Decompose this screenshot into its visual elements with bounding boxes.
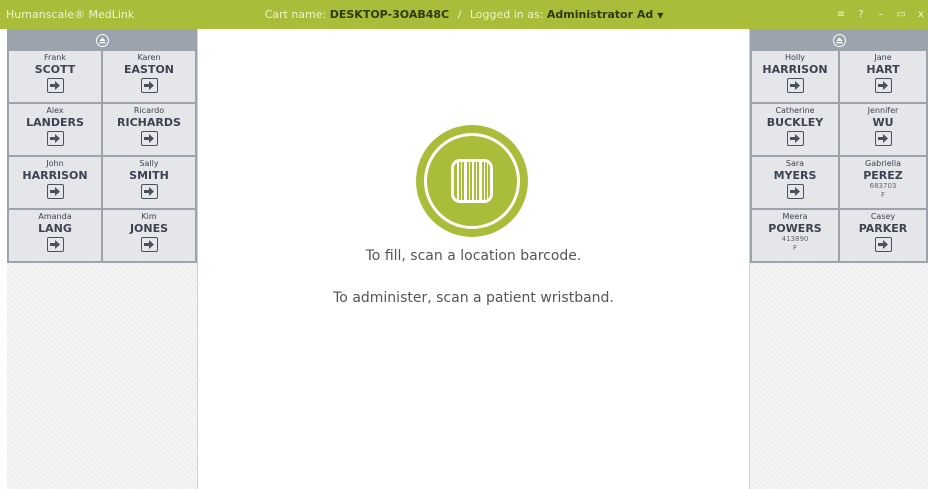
enter-arrow-icon[interactable] (140, 184, 158, 199)
patient-card[interactable]: Jane HART (840, 51, 926, 102)
patient-first-name: Casey (870, 212, 896, 221)
patient-first-name: Sally (139, 159, 159, 168)
help-icon[interactable]: ? (856, 9, 866, 20)
separator: / (457, 8, 462, 21)
enter-arrow-icon[interactable] (140, 237, 158, 252)
window-controls: ≡ ? – ▭ x (836, 0, 928, 29)
cart-label: Cart name: (264, 8, 327, 21)
left-drawer-header (7, 29, 197, 51)
patient-first-name: Amanda (38, 212, 72, 221)
patient-last-name: HARRISON (22, 169, 88, 182)
menu-icon[interactable]: ≡ (836, 9, 846, 20)
restore-icon[interactable]: ▭ (896, 9, 906, 20)
patient-sex: F (792, 244, 798, 252)
patient-card[interactable]: Alex LANDERS (9, 104, 101, 155)
patient-first-name: Gabriella (865, 159, 901, 168)
patient-first-name: John (46, 159, 64, 168)
patient-card[interactable]: Sara MYERS (752, 157, 838, 208)
patient-first-name: Jennifer (867, 106, 899, 115)
patient-first-name: Frank (44, 53, 66, 62)
patient-card[interactable]: Meera POWERS 413890 F (752, 210, 838, 261)
right-patient-grid: Holly HARRISON Jane HART Catherine BUCKLEY Jen… (750, 51, 928, 263)
logged-in-label: Logged in as: (469, 8, 544, 21)
enter-arrow-icon[interactable] (46, 237, 64, 252)
patient-card[interactable]: Kim JONES (103, 210, 195, 261)
patient-first-name: Catherine (775, 106, 815, 115)
enter-arrow-icon[interactable] (786, 78, 804, 93)
patient-last-name: MYERS (773, 169, 817, 182)
fill-instruction: To fill, scan a location barcode. (365, 248, 582, 264)
left-patient-grid: Frank SCOTT Karen EASTON Alex LANDERS Ricardo R… (7, 51, 197, 263)
patient-first-name: Meera (782, 212, 808, 221)
chevron-down-icon[interactable]: ▼ (657, 11, 663, 20)
patient-last-name: LANG (38, 222, 72, 235)
patient-card[interactable]: Casey PARKER (840, 210, 926, 261)
patient-card[interactable]: John HARRISON (9, 157, 101, 208)
patient-last-name: PEREZ (863, 169, 903, 182)
patient-card[interactable]: Amanda LANG (9, 210, 101, 261)
patient-first-name: Karen (137, 53, 161, 62)
patient-first-name: Ricardo (133, 106, 165, 115)
patient-last-name: POWERS (768, 222, 822, 235)
barcode-scan-icon (416, 125, 528, 237)
enter-arrow-icon[interactable] (874, 237, 892, 252)
enter-arrow-icon[interactable] (46, 184, 64, 199)
title-bar: Humanscale® MedLink Cart name: DESKTOP-3… (0, 0, 928, 29)
enter-arrow-icon[interactable] (140, 78, 158, 93)
enter-arrow-icon[interactable] (46, 131, 64, 146)
administer-instruction: To administer, scan a patient wristband. (333, 290, 614, 306)
cart-name: DESKTOP-3OAB48C (329, 8, 450, 21)
patient-card[interactable]: Ricardo RICHARDS (103, 104, 195, 155)
enter-arrow-icon[interactable] (786, 184, 804, 199)
patient-card[interactable]: Karen EASTON (103, 51, 195, 102)
patient-last-name: SMITH (129, 169, 169, 182)
patient-last-name: SCOTT (34, 63, 76, 76)
patient-last-name: JONES (129, 222, 169, 235)
eject-icon[interactable] (95, 33, 109, 47)
minimize-icon[interactable]: – (876, 9, 886, 20)
patient-id: 413890 (781, 235, 809, 243)
patient-card[interactable]: Jennifer WU (840, 104, 926, 155)
patient-last-name: BUCKLEY (766, 116, 824, 129)
right-drawer-header (750, 29, 928, 51)
enter-arrow-icon[interactable] (786, 131, 804, 146)
patient-last-name: EASTON (123, 63, 174, 76)
user-name[interactable]: Administrator Ad (547, 8, 653, 21)
patient-first-name: Kim (141, 212, 157, 221)
patient-last-name: HART (866, 63, 900, 76)
enter-arrow-icon[interactable] (874, 131, 892, 146)
barcode-icon (451, 159, 493, 203)
patient-card[interactable]: Catherine BUCKLEY (752, 104, 838, 155)
patient-last-name: PARKER (858, 222, 908, 235)
enter-arrow-icon[interactable] (874, 78, 892, 93)
patient-last-name: HARRISON (762, 63, 828, 76)
patient-first-name: Alex (46, 106, 64, 115)
patient-sex: F (880, 191, 886, 199)
patient-card[interactable]: Sally SMITH (103, 157, 195, 208)
patient-card[interactable]: Frank SCOTT (9, 51, 101, 102)
patient-first-name: Jane (874, 53, 892, 62)
user-menu[interactable]: Administrator Ad ▼ (547, 8, 664, 21)
enter-arrow-icon[interactable] (46, 78, 64, 93)
eject-icon[interactable] (832, 33, 846, 47)
right-patient-drawer: Holly HARRISON Jane HART Catherine BUCKLEY Jen… (749, 29, 928, 489)
patient-first-name: Holly (784, 53, 806, 62)
patient-id: 683703 (869, 182, 897, 190)
patient-first-name: Sara (785, 159, 805, 168)
patient-last-name: RICHARDS (117, 116, 181, 129)
session-info: Cart name: DESKTOP-3OAB48C / Logged in a… (0, 0, 928, 29)
patient-last-name: LANDERS (26, 116, 84, 129)
enter-arrow-icon[interactable] (140, 131, 158, 146)
patient-card[interactable]: Holly HARRISON (752, 51, 838, 102)
patient-last-name: WU (872, 116, 894, 129)
patient-card[interactable]: Gabriella PEREZ 683703 F (840, 157, 926, 208)
scan-area: To fill, scan a location barcode. To adm… (198, 29, 749, 489)
left-patient-drawer: Frank SCOTT Karen EASTON Alex LANDERS Ricardo R… (7, 29, 198, 489)
close-icon[interactable]: x (916, 9, 926, 20)
